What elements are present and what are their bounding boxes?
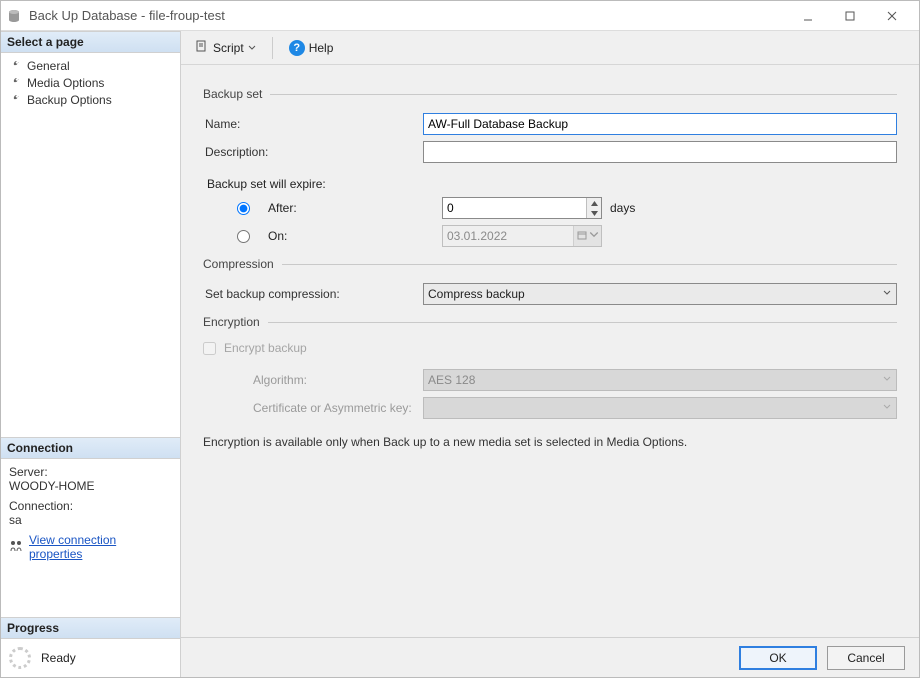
- chevron-down-icon: [882, 373, 892, 387]
- expire-on-radio[interactable]: [237, 230, 250, 243]
- after-days-spinner[interactable]: [442, 197, 602, 219]
- encrypt-backup-label: Encrypt backup: [224, 341, 307, 355]
- progress-spinner-icon: [9, 647, 31, 669]
- help-label: Help: [309, 41, 334, 55]
- description-label: Description:: [203, 145, 423, 159]
- connection-value: sa: [9, 513, 172, 527]
- window-title: Back Up Database - file-froup-test: [29, 8, 225, 23]
- expire-after-radio[interactable]: [237, 202, 250, 215]
- wrench-icon: [9, 58, 21, 73]
- on-date-value: 03.01.2022: [443, 229, 573, 243]
- server-label: Server:: [9, 465, 172, 479]
- set-compression-label: Set backup compression:: [203, 287, 423, 301]
- script-icon: [195, 39, 209, 56]
- database-icon: [7, 9, 21, 23]
- after-unit: days: [610, 201, 635, 215]
- date-dropdown-button: [573, 226, 601, 246]
- group-label: Backup set: [203, 87, 262, 101]
- window: Back Up Database - file-froup-test Selec…: [0, 0, 920, 678]
- maximize-button[interactable]: [829, 2, 871, 30]
- sidebar: Select a page General Media Options Back…: [1, 31, 181, 677]
- connection-properties-icon: [9, 539, 23, 556]
- group-label: Compression: [203, 257, 274, 271]
- after-days-input[interactable]: [443, 198, 586, 218]
- select-value: Compress backup: [428, 287, 525, 301]
- wrench-icon: [9, 75, 21, 90]
- view-connection-properties-link[interactable]: View connection properties: [29, 533, 172, 561]
- toolbar: Script ? Help: [181, 31, 919, 65]
- cert-select: [423, 397, 897, 419]
- minimize-button[interactable]: [787, 2, 829, 30]
- on-date-picker: 03.01.2022: [442, 225, 602, 247]
- on-label: On:: [262, 229, 434, 243]
- description-input[interactable]: [423, 141, 897, 163]
- cert-label: Certificate or Asymmetric key:: [203, 401, 423, 415]
- chevron-down-icon: [589, 229, 599, 243]
- page-label: Media Options: [27, 76, 104, 90]
- encryption-group: Encryption: [203, 315, 897, 329]
- toolbar-separator: [272, 37, 273, 59]
- encryption-note: Encryption is available only when Back u…: [203, 435, 897, 449]
- select-page-header: Select a page: [1, 31, 180, 53]
- progress-row: Ready: [1, 639, 180, 677]
- connection-header: Connection: [1, 437, 180, 459]
- algorithm-label: Algorithm:: [203, 373, 423, 387]
- connection-block: Server: WOODY-HOME Connection: sa View c…: [1, 459, 180, 567]
- after-label: After:: [262, 201, 434, 215]
- script-button[interactable]: Script: [191, 37, 260, 58]
- backup-set-group: Backup set: [203, 87, 897, 101]
- help-icon: ?: [289, 40, 305, 56]
- connection-label: Connection:: [9, 499, 172, 513]
- page-item-general[interactable]: General: [7, 57, 176, 74]
- page-label: General: [27, 59, 70, 73]
- name-label: Name:: [203, 117, 423, 131]
- page-list: General Media Options Backup Options: [1, 53, 180, 112]
- cancel-button[interactable]: Cancel: [827, 646, 905, 670]
- body: Select a page General Media Options Back…: [1, 31, 919, 677]
- page-label: Backup Options: [27, 93, 112, 107]
- progress-status: Ready: [41, 651, 76, 665]
- select-value: AES 128: [428, 373, 475, 387]
- spin-up-button[interactable]: [587, 198, 601, 208]
- page-item-backup-options[interactable]: Backup Options: [7, 91, 176, 108]
- wrench-icon: [9, 92, 21, 107]
- compression-group: Compression: [203, 257, 897, 271]
- compression-select[interactable]: Compress backup: [423, 283, 897, 305]
- chevron-down-icon: [248, 41, 256, 55]
- server-value: WOODY-HOME: [9, 479, 172, 493]
- name-input[interactable]: [423, 113, 897, 135]
- expire-label: Backup set will expire:: [207, 177, 897, 191]
- progress-header: Progress: [1, 617, 180, 639]
- page-item-media-options[interactable]: Media Options: [7, 74, 176, 91]
- chevron-down-icon: [882, 287, 892, 301]
- calendar-icon: [577, 229, 587, 243]
- group-label: Encryption: [203, 315, 260, 329]
- algorithm-select: AES 128: [423, 369, 897, 391]
- chevron-down-icon: [882, 401, 892, 415]
- ok-button[interactable]: OK: [739, 646, 817, 670]
- footer: OK Cancel: [181, 637, 919, 677]
- spin-down-button[interactable]: [587, 208, 601, 218]
- help-button[interactable]: ? Help: [285, 38, 338, 58]
- titlebar: Back Up Database - file-froup-test: [1, 1, 919, 31]
- form-area: Backup set Name: Description: Backup set…: [181, 65, 919, 637]
- main: Script ? Help Backup set Name:: [181, 31, 919, 677]
- script-label: Script: [213, 41, 244, 55]
- close-button[interactable]: [871, 2, 913, 30]
- encrypt-backup-checkbox: [203, 342, 216, 355]
